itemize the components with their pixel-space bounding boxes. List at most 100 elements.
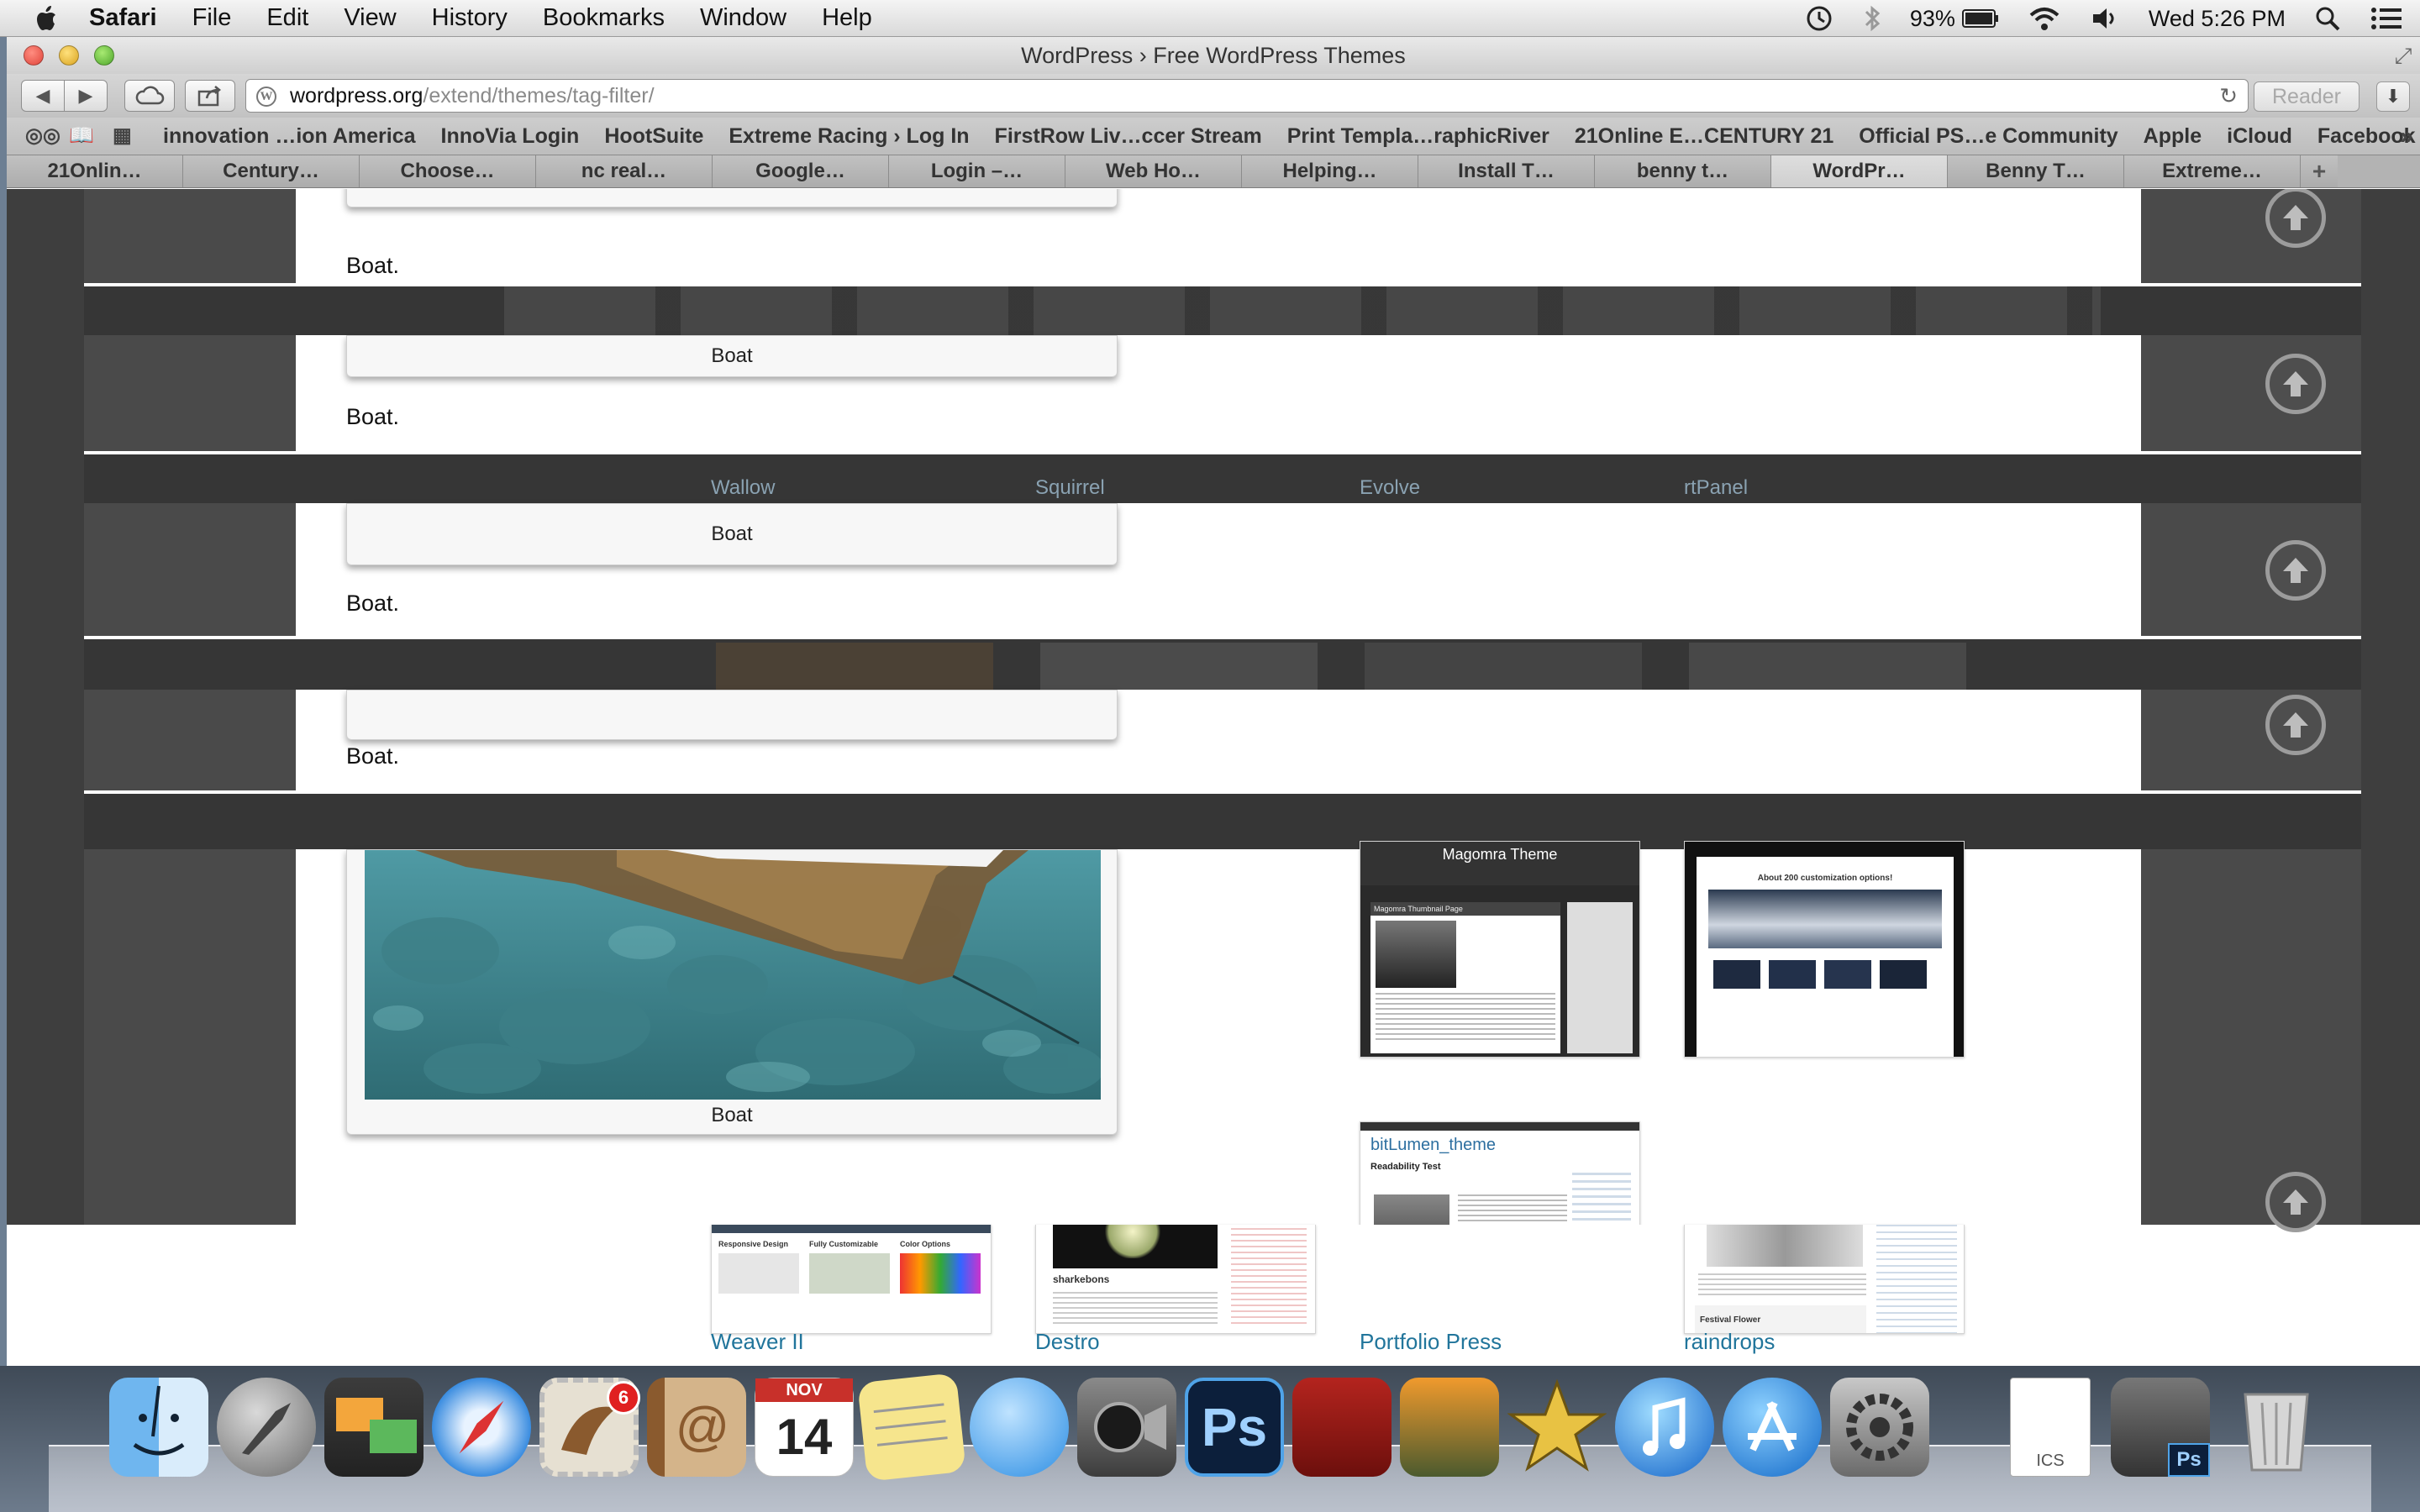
scroll-top-arrow-icon[interactable] <box>2265 1172 2326 1232</box>
fullscreen-icon[interactable]: ⤢ <box>2391 44 2415 67</box>
menu-help[interactable]: Help <box>822 4 872 32</box>
icloud-tabs-button[interactable] <box>124 80 175 112</box>
browser-tab[interactable]: Benny T… <box>1948 155 2124 187</box>
finder-icon[interactable] <box>109 1378 208 1477</box>
theme-link-weaver-ii[interactable]: Weaver II <box>711 1329 804 1355</box>
reload-icon[interactable]: ↻ <box>2219 80 2238 112</box>
browser-tab[interactable]: Google… <box>713 155 889 187</box>
bookmark-item[interactable]: 21Online E…CENTURY 21 <box>1575 124 1833 149</box>
browser-tab[interactable]: Extreme… <box>2124 155 2301 187</box>
photoshop-icon[interactable]: Ps <box>1185 1378 1284 1477</box>
theme-thumbnail-raindrops[interactable]: Festival Flower <box>1684 1225 1965 1334</box>
address-bar[interactable]: W wordpress.org/extend/themes/tag-filter… <box>245 79 2249 113</box>
menu-bookmarks[interactable]: Bookmarks <box>543 4 665 32</box>
time-machine-icon[interactable] <box>1804 3 1834 34</box>
downloads-button[interactable]: ⬇ <box>2376 81 2410 112</box>
close-window-button[interactable] <box>24 45 44 66</box>
ghost-thumbnail <box>1365 643 1642 690</box>
aperture-icon[interactable] <box>1400 1378 1499 1477</box>
browser-tab[interactable]: Choose… <box>360 155 536 187</box>
boat-photo[interactable] <box>365 850 1101 1100</box>
spotlight-search-icon[interactable] <box>2314 5 2341 32</box>
magomra-sidebar <box>1567 902 1633 1053</box>
bookmark-item[interactable]: iCloud <box>2227 124 2292 149</box>
app-store-icon[interactable] <box>1723 1378 1822 1477</box>
downloads-stack-icon[interactable]: Ps <box>2111 1378 2210 1477</box>
tab-bar: 21Onlin… Century… Choose… nc real… Googl… <box>7 155 2420 188</box>
browser-tab[interactable]: 21Onlin… <box>7 155 183 187</box>
battery-icon[interactable] <box>1961 8 1999 29</box>
browser-tab[interactable]: benny t… <box>1595 155 1771 187</box>
system-preferences-icon[interactable] <box>1830 1378 1929 1477</box>
browser-tab[interactable]: Web Ho… <box>1065 155 1242 187</box>
imovie-icon[interactable] <box>1507 1378 1607 1477</box>
theme-link-raindrops[interactable]: raindrops <box>1684 1329 1775 1355</box>
theme-thumbnail-magomra[interactable]: Magomra Theme Magomra Thumbnail Page <box>1360 841 1640 1058</box>
itunes-icon[interactable] <box>1615 1378 1714 1477</box>
glitch-band <box>84 286 2361 335</box>
browser-tab-active[interactable]: WordPr… <box>1771 155 1948 187</box>
menu-view[interactable]: View <box>344 4 396 32</box>
weaver-feature-title: Fully Customizable <box>809 1240 879 1248</box>
browser-tab[interactable]: Login –… <box>889 155 1065 187</box>
bookmark-item[interactable]: Official PS…e Community <box>1859 124 2118 149</box>
apple-menu-icon[interactable] <box>30 2 64 35</box>
volume-icon[interactable] <box>2090 5 2120 32</box>
messages-icon[interactable] <box>970 1378 1069 1477</box>
menu-window[interactable]: Window <box>700 4 786 32</box>
menu-file[interactable]: File <box>192 4 232 32</box>
menu-clock[interactable]: Wed 5:26 PM <box>2149 6 2286 32</box>
theme-thumbnail-minimo[interactable]: About 200 customization options! <box>1684 841 1965 1058</box>
scroll-top-arrow-icon[interactable] <box>2265 354 2326 414</box>
bookmark-item[interactable]: innovation …ion America <box>163 124 416 149</box>
menu-app-name[interactable]: Safari <box>89 4 157 32</box>
theme-thumbnail-weaver-ii[interactable]: Responsive Design Fully Customizable Col… <box>711 1225 992 1334</box>
top-sites-grid-icon[interactable]: ▦ <box>113 126 138 146</box>
new-tab-plus-icon[interactable]: + <box>2301 155 2338 187</box>
bookmark-item[interactable]: InnoVia Login <box>441 124 580 149</box>
address-book-icon[interactable]: @ <box>647 1378 746 1477</box>
scroll-top-arrow-icon[interactable] <box>2265 189 2326 248</box>
photo-booth-icon[interactable] <box>1292 1378 1392 1477</box>
browser-tab[interactable]: Helping… <box>1242 155 1418 187</box>
notification-center-icon[interactable] <box>2370 5 2403 32</box>
wifi-icon[interactable] <box>2028 5 2061 32</box>
reading-list-icon[interactable]: ◎◎ <box>25 126 60 146</box>
browser-tab[interactable]: Century… <box>183 155 360 187</box>
bookmarks-overflow-icon[interactable]: » <box>2400 123 2413 150</box>
reader-button[interactable]: Reader <box>2254 81 2360 112</box>
stickies-icon[interactable] <box>857 1373 966 1482</box>
bookmark-item[interactable]: Apple <box>2144 124 2202 149</box>
theme-link-portfolio-press[interactable]: Portfolio Press <box>1360 1329 1502 1355</box>
trash-icon[interactable] <box>2227 1378 2326 1477</box>
calendar-icon[interactable]: NOV 14 <box>755 1378 854 1477</box>
iphoto-icon[interactable] <box>324 1378 424 1477</box>
back-button[interactable]: ◀ <box>21 80 65 112</box>
menu-history[interactable]: History <box>432 4 508 32</box>
bookmark-item[interactable]: FirstRow Liv…ccer Stream <box>995 124 1262 149</box>
share-button[interactable] <box>185 80 235 112</box>
facetime-icon[interactable] <box>1077 1378 1176 1477</box>
theme-link-destro[interactable]: Destro <box>1035 1329 1100 1355</box>
bookmark-item[interactable]: Extreme Racing › Log In <box>729 124 969 149</box>
bookmark-item[interactable]: HootSuite <box>604 124 703 149</box>
forward-button[interactable]: ▶ <box>64 80 108 112</box>
browser-tab[interactable]: nc real… <box>536 155 713 187</box>
bluetooth-icon[interactable] <box>1863 3 1881 34</box>
menu-edit[interactable]: Edit <box>266 4 308 32</box>
theme-thumbnail-destro[interactable]: sharkebons <box>1035 1225 1316 1334</box>
zoom-window-button[interactable] <box>94 45 114 66</box>
scroll-top-arrow-icon[interactable] <box>2265 540 2326 601</box>
browser-tab[interactable]: Install T… <box>1418 155 1595 187</box>
magomra-main-column: Magomra Thumbnail Page <box>1370 902 1560 1053</box>
scroll-top-arrow-icon[interactable] <box>2265 695 2326 755</box>
lightbox-caption: Boat <box>711 1104 753 1126</box>
minimize-window-button[interactable] <box>59 45 79 66</box>
ghost-thumbnail <box>716 643 993 690</box>
safari-icon[interactable] <box>432 1378 531 1477</box>
launchpad-icon[interactable] <box>217 1378 316 1477</box>
minimo-slider <box>1708 890 1942 948</box>
bookmarks-book-icon[interactable]: 📖 <box>69 126 94 146</box>
ics-file-icon[interactable]: ICS <box>2010 1378 2091 1477</box>
bookmark-item[interactable]: Print Templa…raphicRiver <box>1287 124 1549 149</box>
